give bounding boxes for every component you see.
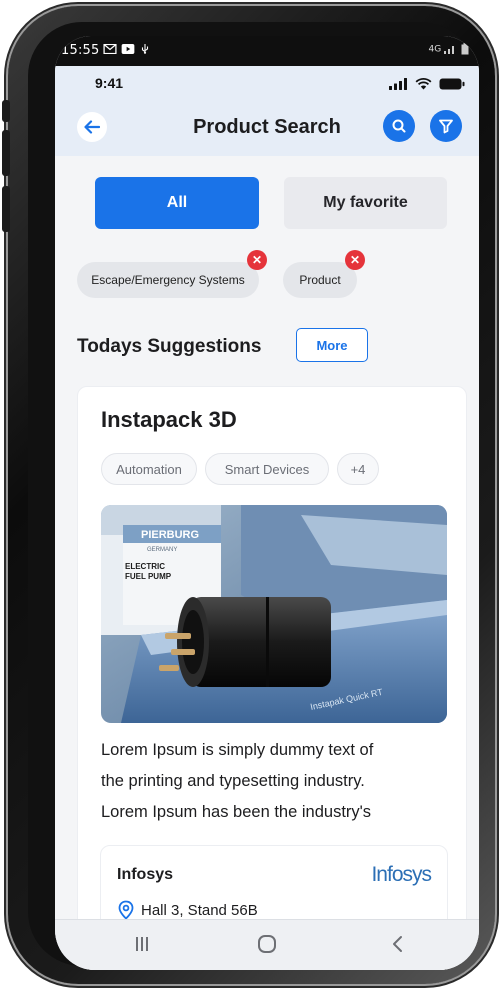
- suggestions-heading: Todays Suggestions: [77, 336, 262, 357]
- ios-status-bar: 9:41: [55, 66, 479, 102]
- ios-status-icons: [389, 77, 465, 95]
- segment-tabs: All My favorite: [95, 177, 447, 229]
- product-card[interactable]: Instapack 3D Automation Smart Devices +4: [77, 386, 467, 970]
- android-status-bar: 15:55 4G: [55, 36, 479, 66]
- product-description: Lorem Ipsum is simply dummy text of the …: [101, 735, 451, 828]
- android-status-right: 4G: [429, 43, 469, 55]
- filter-chip-label: Escape/Emergency Systems: [91, 273, 245, 287]
- page-title: Product Search: [193, 116, 341, 138]
- tab-my-favorite[interactable]: My favorite: [284, 177, 447, 229]
- company-logo: Infosys: [371, 863, 432, 886]
- search-button[interactable]: [383, 110, 415, 142]
- cellular-icon: [389, 78, 408, 90]
- filter-chip-product[interactable]: Product ✕: [283, 250, 365, 298]
- box-brand-text: PIERBURG: [141, 529, 199, 541]
- filter-chip-label: Product: [299, 273, 341, 287]
- description-line: the printing and typesetting industry.: [101, 772, 365, 790]
- company-location: Hall 3, Stand 56B: [117, 900, 258, 920]
- description-line: Lorem Ipsum has been the industry's: [101, 803, 372, 821]
- description-line: Lorem Ipsum is simply dummy text of: [101, 741, 374, 759]
- product-tag[interactable]: Smart Devices: [205, 453, 329, 485]
- location-text: Hall 3, Stand 56B: [141, 901, 258, 919]
- wifi-icon: [415, 78, 431, 90]
- android-nav-bar: [55, 919, 479, 970]
- remove-filter-icon[interactable]: ✕: [247, 250, 267, 270]
- network-type: 4G: [428, 44, 442, 55]
- ios-status-time: 9:41: [95, 75, 124, 91]
- filter-chip-escape-emergency[interactable]: Escape/Emergency Systems ✕: [77, 250, 267, 298]
- box-line2-text: FUEL PUMP: [125, 572, 172, 581]
- remove-filter-icon[interactable]: ✕: [345, 250, 365, 270]
- home-icon[interactable]: [257, 934, 277, 954]
- back-nav-icon[interactable]: [391, 935, 403, 953]
- more-button[interactable]: More: [296, 328, 368, 362]
- phone-screen: 15:55 4G 9:41 Product Search All My favo…: [55, 36, 479, 970]
- usb-icon: [141, 44, 149, 54]
- signal-icon: [444, 46, 455, 54]
- product-tag[interactable]: Automation: [101, 453, 197, 485]
- search-icon: [392, 119, 406, 133]
- filter-button[interactable]: [430, 110, 462, 142]
- filter-icon: [439, 119, 453, 134]
- location-pin-icon: [118, 900, 134, 920]
- youtube-icon: [121, 44, 135, 54]
- main-content: All My favorite Escape/Emergency Systems…: [55, 156, 479, 970]
- ios-battery-icon: [439, 78, 465, 90]
- phone-volume-down-button: [2, 186, 10, 232]
- phone-volume-up-button: [2, 130, 10, 176]
- tab-all[interactable]: All: [95, 177, 259, 229]
- box-line1-text: ELECTRIC: [125, 562, 165, 571]
- recent-apps-icon[interactable]: [135, 936, 149, 952]
- more-tags-badge[interactable]: +4: [337, 453, 379, 485]
- product-photo: PIERBURG GERMANY ELECTRIC FUEL PUMP Inst…: [101, 505, 447, 723]
- battery-icon: [461, 43, 469, 55]
- phone-side-button: [2, 100, 10, 122]
- android-status-time: 15:55: [61, 43, 100, 58]
- box-sub-text: GERMANY: [147, 547, 177, 553]
- mail-icon: [103, 44, 117, 54]
- product-title: Instapack 3D: [101, 407, 237, 432]
- product-image: PIERBURG GERMANY ELECTRIC FUEL PUMP Inst…: [101, 505, 447, 723]
- company-name: Infosys: [117, 866, 174, 883]
